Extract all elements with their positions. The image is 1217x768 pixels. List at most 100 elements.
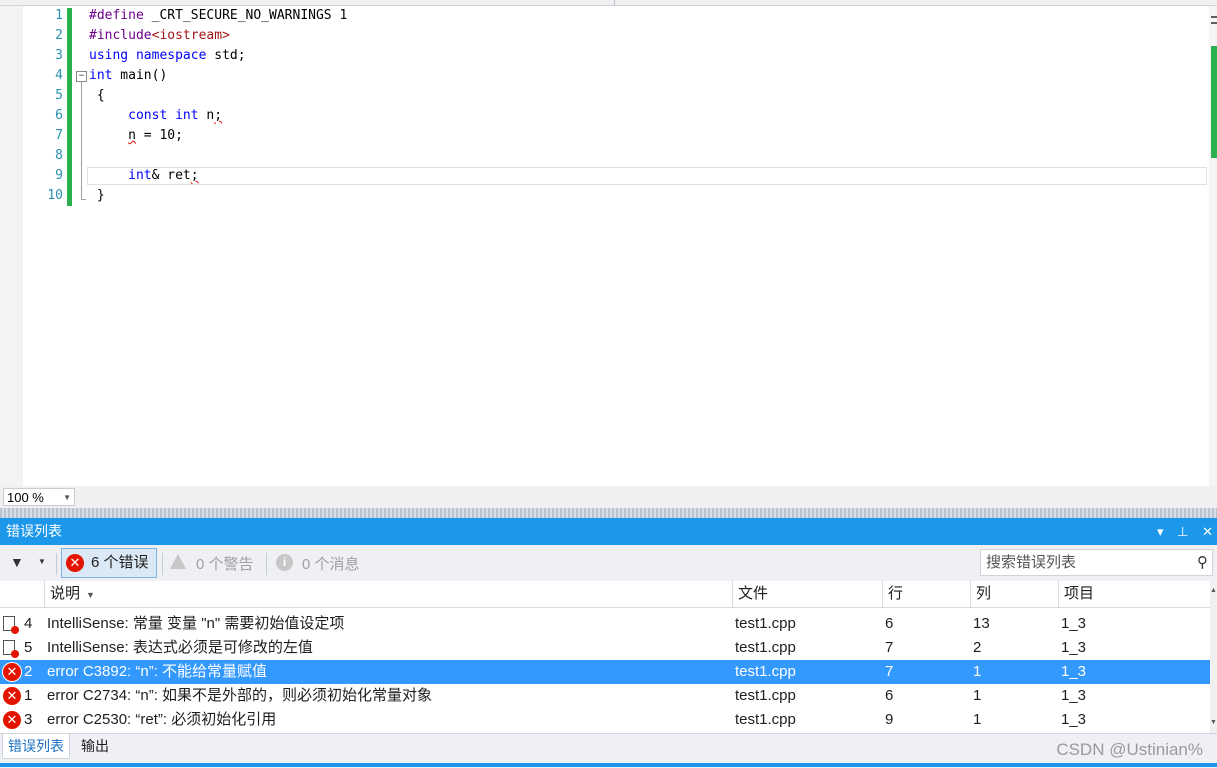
code-token: #include [89,28,152,43]
column-header-line[interactable]: 行 [882,581,970,607]
code-token: const [128,108,168,123]
line-number: 9 [55,168,63,183]
toolbar-separator [56,553,57,575]
row-column: 13 [973,615,990,632]
error-squiggle-token: n [128,128,136,143]
zoom-value: 100 % [7,490,44,505]
line-number: 1 [55,8,63,23]
line-number: 4 [55,68,63,83]
line-number: 7 [55,128,63,143]
row-column: 2 [973,639,982,656]
code-line[interactable]: int main() [89,66,167,86]
code-token: namespace [135,48,207,63]
toolbar-separator [162,553,163,575]
status-bar [0,763,1217,767]
dropdown-divider [614,0,615,5]
errors-count-label: 6 个错误 [91,554,149,571]
column-header-column[interactable]: 列 [970,581,1058,607]
collapse-toggle-icon[interactable]: − [76,71,87,82]
line-number: 2 [55,28,63,43]
intellisense-error-icon [3,640,19,658]
row-order-number: 1 [24,687,33,704]
error-row[interactable]: ✕ 1 error C2734: “n”: 如果不是外部的，则必须初始化常量对象 te… [0,684,1210,708]
error-row[interactable]: ✕ 3 error C2530: “ret”: 必须初始化引用 test1.cpp 9 1… [0,708,1210,732]
code-area[interactable]: #define _CRT_SECURE_NO_WARNINGS 1 #includ… [89,6,1189,206]
code-line[interactable]: { [89,86,105,106]
code-line[interactable]: const int n; [89,106,222,126]
scroll-up-icon[interactable]: ▲ [1210,587,1217,594]
code-token: <iostream> [151,28,230,43]
column-header-description[interactable]: 说明 ▼ [44,581,732,607]
editor-vertical-scrollbar[interactable] [1209,6,1217,486]
errors-filter-toggle[interactable]: ✕ 6 个错误 [61,548,157,578]
row-description: IntelliSense: 表达式必须是可修改的左值 [47,639,313,656]
column-label: 行 [888,585,904,602]
code-line[interactable]: #include<iostream> [89,26,230,46]
error-row[interactable]: 4 IntelliSense: 常量 变量 "n" 需要初始值设定项 test1.c… [0,612,1210,636]
panel-title-bar: 错误列表 ▾ ⊥ ✕ [0,518,1217,545]
zoom-bar: 100 % ▼ [0,486,1217,508]
row-line: 9 [885,711,894,728]
chevron-down-icon[interactable]: ▼ [38,557,46,566]
search-error-list-input[interactable]: 搜索错误列表 ⚲ [980,549,1213,576]
row-file: test1.cpp [735,639,796,656]
error-row[interactable]: ✕ 2 error C3892: “n”: 不能给常量赋值 test1.cpp 7 1 1_… [0,660,1210,684]
code-token: int [89,68,113,83]
code-token: using [89,48,129,63]
tab-output[interactable]: 输出 [76,734,114,758]
row-file: test1.cpp [735,663,796,680]
code-token: { [89,88,105,103]
code-line[interactable]: using namespace std; [89,46,246,66]
code-token: int [175,108,199,123]
row-line: 6 [885,615,894,632]
row-description: error C2530: “ret”: 必须初始化引用 [47,711,277,728]
scrollbar-change-indicator [1211,46,1217,158]
error-list-scrollbar[interactable]: ▲ ▼ [1210,581,1217,733]
pin-icon[interactable]: ⊥ [1177,524,1188,539]
code-editor[interactable]: 1 2 3 4 5 6 7 8 9 10 − #define _CRT_SECURE_NO_WAR… [0,6,1217,486]
column-header-file[interactable]: 文件 [732,581,882,607]
zoom-select[interactable]: 100 % ▼ [3,488,75,506]
watermark: CSDN @Ustinian% [1056,740,1203,759]
code-token: main() [112,68,168,83]
column-header-project[interactable]: 项目 [1058,581,1210,607]
row-description: error C2734: “n”: 如果不是外部的，则必须初始化常量对象 [47,687,433,704]
code-line[interactable]: int& ret; [89,166,198,186]
change-tracking-bar [67,8,72,206]
error-row[interactable]: 5 IntelliSense: 表达式必须是可修改的左值 test1.cpp 7 2 1_… [0,636,1210,660]
column-label: 项目 [1064,585,1095,602]
filter-icon[interactable]: ▼ [10,554,24,570]
row-project: 1_3 [1061,663,1087,680]
row-file: test1.cpp [735,615,796,632]
line-number: 6 [55,108,63,123]
panel-splitter[interactable] [0,508,1217,518]
search-icon[interactable]: ⚲ [1197,550,1208,575]
error-table-body[interactable]: 4 IntelliSense: 常量 变量 "n" 需要初始值设定项 test1.c… [0,608,1210,732]
scroll-down-icon[interactable]: ▼ [1210,719,1217,726]
code-token: & ret [151,168,191,183]
error-list-toolbar: ▼ ▼ ✕ 6 个错误 0 个警告 i 0 个消息 搜索错误列表 ⚲ [0,545,1217,581]
code-line[interactable]: } [89,186,105,206]
selection-margin [0,6,23,486]
row-file: test1.cpp [735,687,796,704]
error-icon: ✕ [66,554,84,572]
dropdown-icon[interactable]: ▾ [1157,524,1164,539]
row-description: error C3892: “n”: 不能给常量赋值 [47,663,268,680]
info-icon: i [276,554,293,571]
row-line: 7 [885,639,894,656]
toolbar-separator [266,553,267,575]
warning-icon [170,554,186,569]
row-order-number: 3 [24,711,33,728]
row-column: 1 [973,687,982,704]
close-icon[interactable]: ✕ [1202,524,1213,539]
panel-title: 错误列表 [6,523,62,539]
row-line: 7 [885,663,894,680]
code-line[interactable]: n = 10; [89,126,183,146]
tab-error-list[interactable]: 错误列表 [2,734,70,759]
code-line[interactable]: #define _CRT_SECURE_NO_WARNINGS 1 [89,6,347,26]
line-numbers: 1 2 3 4 5 6 7 8 9 10 [23,6,65,206]
row-project: 1_3 [1061,687,1087,704]
